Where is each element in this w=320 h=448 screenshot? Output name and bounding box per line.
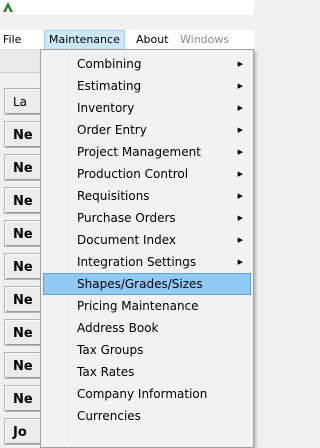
menu-maintenance[interactable]: Maintenance	[44, 30, 125, 50]
title-bar	[0, 0, 254, 15]
menu-item-label: Currencies	[77, 409, 141, 423]
submenu-arrow-icon: ▶	[237, 236, 243, 244]
bg-button[interactable]: Ne	[4, 352, 44, 379]
menu-item-company-information[interactable]: Company Information	[43, 383, 251, 405]
menu-item-order-entry[interactable]: Order Entry ▶	[43, 119, 251, 141]
submenu-arrow-icon: ▶	[237, 192, 243, 200]
menu-item-label: Shapes/Grades/Sizes	[77, 277, 203, 291]
menu-item-tax-rates[interactable]: Tax Rates	[43, 361, 251, 383]
menu-item-requisitions[interactable]: Requisitions ▶	[43, 185, 251, 207]
submenu-arrow-icon: ▶	[237, 82, 243, 90]
submenu-arrow-icon: ▶	[237, 148, 243, 156]
menu-windows[interactable]: Windows	[180, 33, 229, 47]
submenu-arrow-icon: ▶	[237, 170, 243, 178]
menu-file[interactable]: File	[3, 33, 21, 47]
app-icon	[3, 2, 13, 12]
menu-item-purchase-orders[interactable]: Purchase Orders ▶	[43, 207, 251, 229]
menu-item-label: Requisitions	[77, 189, 150, 203]
menu-item-tax-groups[interactable]: Tax Groups	[43, 339, 251, 361]
bg-button[interactable]: La	[4, 88, 44, 115]
menu-item-currencies[interactable]: Currencies	[43, 405, 251, 427]
menu-item-document-index[interactable]: Document Index ▶	[43, 229, 251, 251]
menu-item-production-control[interactable]: Production Control ▶	[43, 163, 251, 185]
submenu-arrow-icon: ▶	[237, 126, 243, 134]
menu-item-label: Integration Settings	[77, 255, 197, 269]
bg-button[interactable]: Ne	[4, 253, 44, 280]
bg-button[interactable]: Ne	[4, 385, 44, 412]
menu-item-label: Inventory	[77, 101, 135, 115]
menu-item-shapes-grades-sizes[interactable]: Shapes/Grades/Sizes	[43, 273, 251, 295]
menu-bar: File Maintenance About Windows	[0, 30, 254, 50]
menu-item-label: Combining	[77, 57, 142, 71]
bg-button[interactable]: Ne	[4, 187, 44, 214]
menu-about[interactable]: About	[136, 33, 169, 47]
menu-item-project-management[interactable]: Project Management ▶	[43, 141, 251, 163]
menu-item-address-book[interactable]: Address Book	[43, 317, 251, 339]
bg-button[interactable]: Jo	[4, 418, 44, 445]
menu-item-label: Estimating	[77, 79, 142, 93]
submenu-arrow-icon: ▶	[237, 214, 243, 222]
menu-item-label: Address Book	[77, 321, 159, 335]
menu-item-estimating[interactable]: Estimating ▶	[43, 75, 251, 97]
menu-item-pricing-maintenance[interactable]: Pricing Maintenance	[43, 295, 251, 317]
menu-item-inventory[interactable]: Inventory ▶	[43, 97, 251, 119]
submenu-arrow-icon: ▶	[237, 258, 243, 266]
submenu-arrow-icon: ▶	[237, 60, 243, 68]
bg-button[interactable]: Ne	[4, 286, 44, 313]
bg-button[interactable]: Ne	[4, 319, 44, 346]
bg-button[interactable]: Ne	[4, 220, 44, 247]
menu-item-label: Pricing Maintenance	[77, 299, 199, 313]
menu-item-label: Company Information	[77, 387, 208, 401]
menu-item-label: Order Entry	[77, 123, 147, 137]
menu-item-label: Production Control	[77, 167, 189, 181]
menu-item-label: Document Index	[77, 233, 177, 247]
menu-item-label: Tax Rates	[77, 365, 135, 379]
menu-item-integration-settings[interactable]: Integration Settings ▶	[43, 251, 251, 273]
maintenance-dropdown: Combining ▶ Estimating ▶ Inventory ▶ Ord…	[40, 49, 254, 448]
menu-item-combining[interactable]: Combining ▶	[43, 53, 251, 75]
bg-button[interactable]: Ne	[4, 121, 44, 148]
bg-button[interactable]: Ne	[4, 154, 44, 181]
menu-item-label: Purchase Orders	[77, 211, 176, 225]
submenu-arrow-icon: ▶	[237, 104, 243, 112]
menu-item-label: Project Management	[77, 145, 201, 159]
menu-item-label: Tax Groups	[77, 343, 144, 357]
